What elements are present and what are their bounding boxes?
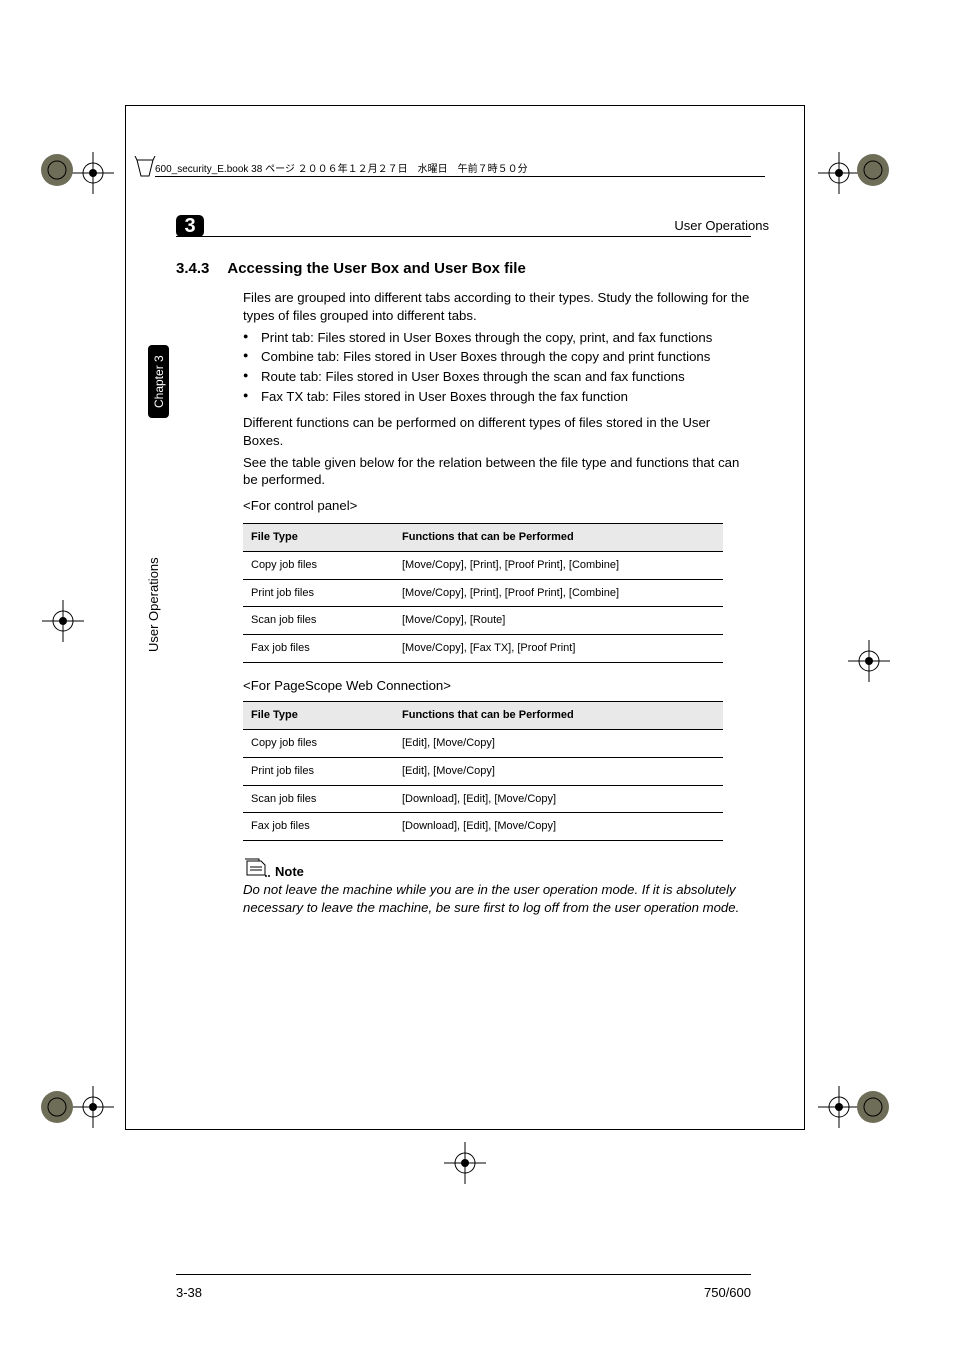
table-header: Functions that can be Performed: [394, 701, 723, 729]
side-tab-chapter: Chapter 3: [148, 345, 169, 418]
table-cell: [Download], [Edit], [Move/Copy]: [394, 813, 723, 841]
crop-mark-icon: [848, 640, 890, 682]
crop-mark-icon: [818, 1086, 860, 1128]
table-cell: [Download], [Edit], [Move/Copy]: [394, 785, 723, 813]
note-text: Do not leave the machine while you are i…: [243, 881, 751, 918]
page-footer: 3-38 750/600: [176, 1274, 751, 1300]
table-row: Copy job files [Edit], [Move/Copy]: [243, 729, 723, 757]
file-info-bar: 600_security_E.book 38 ページ ２００６年１２月２７日 水…: [155, 160, 755, 175]
running-head: User Operations: [674, 218, 769, 233]
content-area: 3.4.3 Accessing the User Box and User Box…: [176, 260, 751, 922]
table-row: Scan job files [Download], [Edit], [Move…: [243, 785, 723, 813]
intro-paragraph: Files are grouped into different tabs ac…: [243, 289, 751, 325]
list-item: Print tab: Files stored in User Boxes th…: [243, 329, 751, 347]
list-item: Fax TX tab: Files stored in User Boxes t…: [243, 388, 751, 406]
table-header: Functions that can be Performed: [394, 523, 723, 551]
control-panel-table: File Type Functions that can be Performe…: [243, 523, 723, 663]
pagescope-label: <For PageScope Web Connection>: [243, 677, 751, 695]
chapter-number-badge: 3: [176, 215, 204, 237]
note-block: Note Do not leave the machine while you …: [243, 855, 751, 918]
table-cell: Scan job files: [243, 607, 394, 635]
table-cell: [Move/Copy], [Print], [Proof Print], [Co…: [394, 551, 723, 579]
corner-dot-icon: [856, 1090, 890, 1124]
note-icon: [243, 855, 271, 879]
table-cell: [Move/Copy], [Route]: [394, 607, 723, 635]
pagescope-table: File Type Functions that can be Performe…: [243, 701, 723, 841]
table-cell: Copy job files: [243, 729, 394, 757]
table-row: Print job files [Move/Copy], [Print], [P…: [243, 579, 723, 607]
table-row: Fax job files [Download], [Edit], [Move/…: [243, 813, 723, 841]
table-header: File Type: [243, 701, 394, 729]
section-number: 3.4.3: [176, 260, 209, 277]
table-cell: Fax job files: [243, 813, 394, 841]
see-table-paragraph: See the table given below for the relati…: [243, 454, 751, 490]
section-title: Accessing the User Box and User Box file: [227, 260, 525, 277]
crop-mark-icon: [72, 152, 114, 194]
corner-dot-icon: [40, 1090, 74, 1124]
list-item: Combine tab: Files stored in User Boxes …: [243, 348, 751, 366]
table-cell: Print job files: [243, 579, 394, 607]
tabs-bullet-list: Print tab: Files stored in User Boxes th…: [243, 329, 751, 406]
table-cell: Copy job files: [243, 551, 394, 579]
section-heading: 3.4.3 Accessing the User Box and User Box…: [176, 260, 751, 277]
table-row: Copy job files [Move/Copy], [Print], [Pr…: [243, 551, 723, 579]
table-cell: [Move/Copy], [Print], [Proof Print], [Co…: [394, 579, 723, 607]
note-heading: Note: [275, 863, 751, 881]
list-item: Route tab: Files stored in User Boxes th…: [243, 368, 751, 386]
table-header: File Type: [243, 523, 394, 551]
binder-clip-icon: [133, 156, 157, 180]
table-cell: Fax job files: [243, 635, 394, 663]
corner-dot-icon: [856, 153, 890, 187]
table-cell: Print job files: [243, 757, 394, 785]
table-cell: Scan job files: [243, 785, 394, 813]
page-number: 3-38: [176, 1285, 202, 1300]
crop-mark-icon: [42, 600, 84, 642]
file-info-text: 600_security_E.book 38 ページ ２００６年１２月２７日 水…: [155, 164, 528, 175]
crop-mark-icon: [818, 152, 860, 194]
side-tab-label: User Operations: [146, 557, 161, 652]
control-panel-label: <For control panel>: [243, 497, 751, 515]
model-number: 750/600: [704, 1285, 751, 1300]
functions-paragraph: Different functions can be performed on …: [243, 414, 751, 450]
crop-mark-icon: [444, 1142, 486, 1184]
table-cell: [Edit], [Move/Copy]: [394, 757, 723, 785]
crop-mark-icon: [72, 1086, 114, 1128]
table-cell: [Move/Copy], [Fax TX], [Proof Print]: [394, 635, 723, 663]
corner-dot-icon: [40, 153, 74, 187]
table-row: Fax job files [Move/Copy], [Fax TX], [Pr…: [243, 635, 723, 663]
table-row: Scan job files [Move/Copy], [Route]: [243, 607, 723, 635]
table-row: Print job files [Edit], [Move/Copy]: [243, 757, 723, 785]
header-rule: [176, 236, 751, 237]
table-cell: [Edit], [Move/Copy]: [394, 729, 723, 757]
